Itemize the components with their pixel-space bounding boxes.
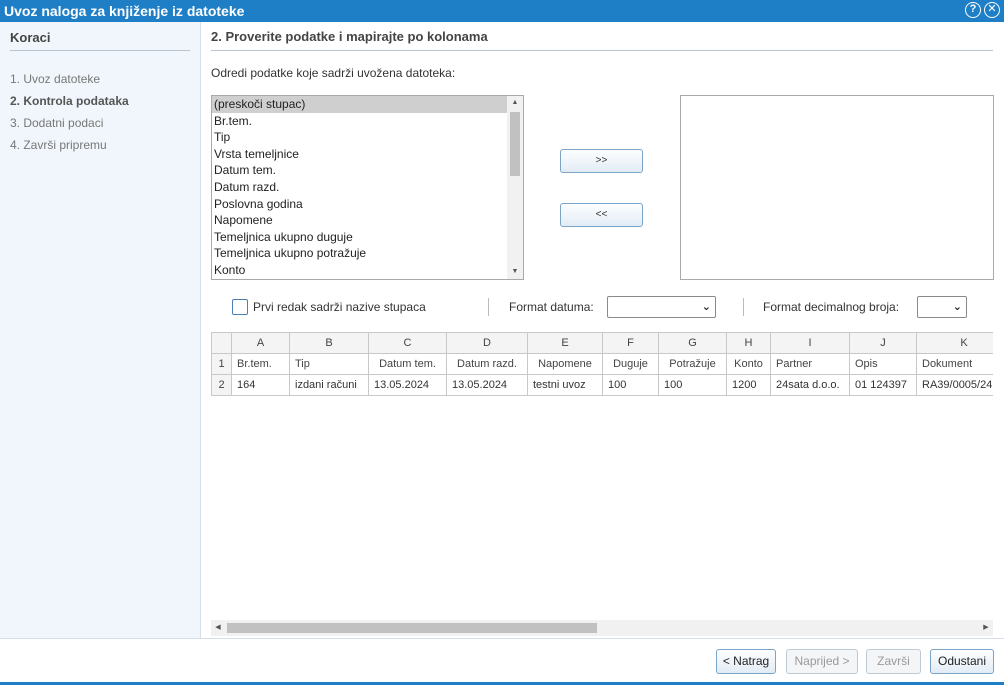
list-item[interactable]: Br.tem. [212,113,507,130]
table-cell: izdani računi [289,374,369,396]
row-number: 2 [211,374,232,396]
table-cell: Datum razd. [446,353,528,375]
table-cell: 01 124397 [849,374,917,396]
help-icon[interactable]: ? [965,2,981,18]
table-cell: 1200 [726,374,771,396]
finish-button[interactable]: Završi [866,649,921,674]
scroll-up-icon[interactable]: ▲ [507,96,523,110]
list-item[interactable]: Datum razd. [212,179,507,196]
list-item[interactable]: Vrsta temeljnice [212,146,507,163]
decimal-format-select[interactable]: ⌄ [917,296,967,318]
list-item[interactable]: (preskoči stupac) [212,96,507,113]
list-item[interactable]: Tip [212,129,507,146]
decimal-format-label: Format decimalnog broja: [763,300,900,314]
list-scrollbar[interactable]: ▲ ▼ [507,96,523,279]
list-item[interactable]: Datum tem. [212,162,507,179]
divider [743,298,744,316]
window-titlebar: Uvoz naloga za knjiženje iz datoteke ? ✕ [0,0,1004,22]
list-item[interactable]: Poslovna godina [212,196,507,213]
step-finish-preparation: 4. Završi pripremu [10,138,107,152]
table-cell: 13.05.2024 [446,374,528,396]
column-letter[interactable]: C [368,332,447,354]
table-cell: Partner [770,353,850,375]
next-button[interactable]: Naprijed > [786,649,858,674]
page-title: 2. Proverite podatke i mapirajte po kolo… [211,29,993,51]
list-item[interactable]: Napomene [212,212,507,229]
table-row: 1 Br.tem. Tip Datum tem. Datum razd. Nap… [211,353,993,375]
options-row: Prvi redak sadrži nazive stupaca Format … [232,296,972,318]
table-cell: Tip [289,353,369,375]
grid-horizontal-scrollbar[interactable]: ◀ ▶ [211,620,993,636]
available-fields-list[interactable]: (preskoči stupac) Br.tem. Tip Vrsta teme… [211,95,524,280]
table-cell: Potražuje [658,353,727,375]
table-cell: 100 [658,374,727,396]
add-field-button[interactable]: >> [560,149,643,173]
column-letter[interactable]: A [231,332,290,354]
corner-cell [211,332,232,354]
column-letter[interactable]: E [527,332,603,354]
table-row: 2 164 izdani računi 13.05.2024 13.05.202… [211,374,993,396]
table-cell: testni uvoz [527,374,603,396]
column-letter[interactable]: F [602,332,659,354]
steps-sidebar: Koraci 1. Uvoz datoteke 2. Kontrola poda… [0,22,201,638]
chevron-down-icon: ⌄ [952,301,962,313]
first-row-header-label: Prvi redak sadrži nazive stupaca [253,300,426,314]
table-cell: 24sata d.o.o. [770,374,850,396]
cancel-button[interactable]: Odustani [930,649,994,674]
scrollbar-thumb[interactable] [227,623,597,633]
window-title: Uvoz naloga za knjiženje iz datoteke [4,3,245,19]
step-additional-data: 3. Dodatni podaci [10,116,104,130]
table-cell: Opis [849,353,917,375]
date-format-select[interactable]: ⌄ [607,296,716,318]
table-cell: 164 [231,374,290,396]
date-format-label: Format datuma: [509,300,594,314]
chevron-down-icon: ⌄ [701,301,711,313]
table-cell: Dokument [916,353,993,375]
sidebar-title: Koraci [10,30,190,51]
steps-list: 1. Uvoz datoteke 2. Kontrola podataka 3.… [10,68,129,156]
table-cell: 13.05.2024 [368,374,447,396]
table-cell: Datum tem. [368,353,447,375]
table-cell: Br.tem. [231,353,290,375]
column-letter[interactable]: G [658,332,727,354]
scrollbar-thumb[interactable] [510,112,520,176]
column-letter[interactable]: K [916,332,993,354]
table-cell: Konto [726,353,771,375]
list-item[interactable]: Temeljnica ukupno potražuje [212,245,507,262]
step-data-check: 2. Kontrola podataka [10,94,129,108]
main-panel: 2. Proverite podatke i mapirajte po kolo… [201,22,1004,638]
close-icon[interactable]: ✕ [984,2,1000,18]
dialog-footer: < Natrag Naprijed > Završi Odustani [0,638,1004,685]
data-preview-grid: A B C D E F G H I J K 1 Br.tem. Tip Datu… [211,332,993,396]
list-item[interactable]: Konto [212,262,507,279]
column-letter[interactable]: J [849,332,917,354]
column-letter[interactable]: H [726,332,771,354]
instruction-text: Odredi podatke koje sadrži uvožena datot… [211,66,456,80]
remove-field-button[interactable]: << [560,203,643,227]
column-letter[interactable]: B [289,332,369,354]
row-number: 1 [211,353,232,375]
step-upload-file: 1. Uvoz datoteke [10,72,101,86]
column-letter[interactable]: I [770,332,850,354]
scroll-left-icon[interactable]: ◀ [211,620,225,636]
table-cell: Napomene [527,353,603,375]
first-row-header-checkbox[interactable] [232,299,248,315]
column-letter[interactable]: D [446,332,528,354]
table-cell: Duguje [602,353,659,375]
table-cell: RA39/0005/24 [916,374,993,396]
divider [488,298,489,316]
scroll-right-icon[interactable]: ▶ [979,620,993,636]
back-button[interactable]: < Natrag [716,649,776,674]
list-item[interactable]: Temeljnica ukupno duguje [212,229,507,246]
column-letters-row: A B C D E F G H I J K [211,332,993,354]
selected-fields-list[interactable] [680,95,994,280]
scroll-down-icon[interactable]: ▼ [507,265,523,279]
table-cell: 100 [602,374,659,396]
